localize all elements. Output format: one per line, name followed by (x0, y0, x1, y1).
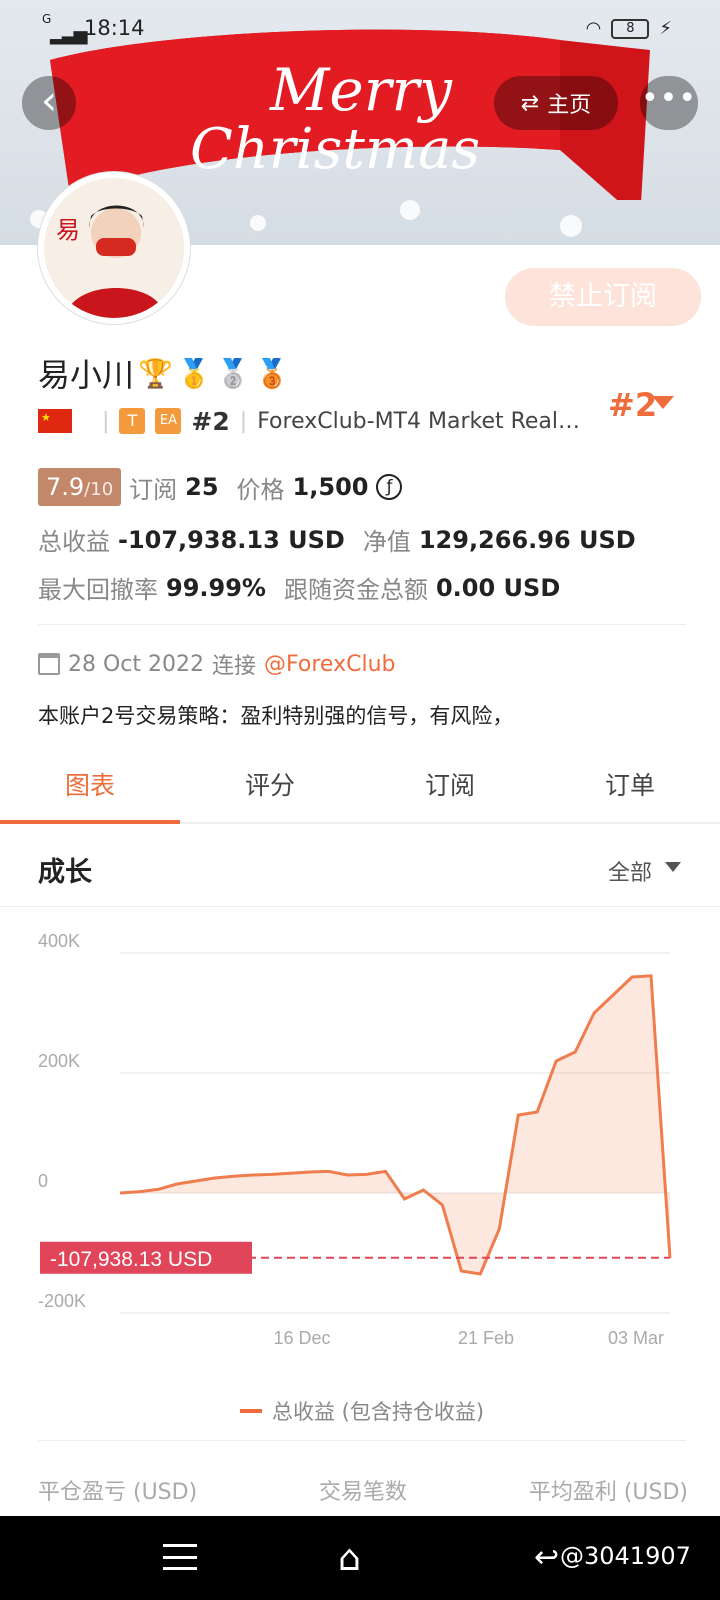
avatar[interactable]: 易 (38, 172, 190, 324)
switch-icon: ⇄ (520, 90, 540, 116)
score-total: /10 (84, 479, 114, 500)
x-tick-label: 16 Dec (273, 1328, 330, 1345)
divider (38, 624, 686, 625)
subscribe-count: 25 (185, 473, 219, 501)
equity-label: 净值 (362, 528, 411, 556)
avatar-image: 易 (44, 178, 184, 318)
chevron-down-icon[interactable] (652, 396, 674, 409)
china-flag-icon (38, 409, 72, 433)
divider: | (239, 408, 248, 434)
series-area (120, 975, 670, 1274)
connect-date: 28 Oct 2022 (68, 651, 205, 677)
status-bar: G ▂▃▅ 18:14 ◠ 8 ⚡ (0, 0, 720, 56)
x-tick-label: 21 Feb (458, 1328, 514, 1345)
tab-bar: 图表 评分 订阅 订单 (0, 758, 720, 824)
legend-swatch (240, 1409, 262, 1413)
home-label: 主页 (547, 93, 592, 118)
total-profit-value: -107,938.13 USD (118, 525, 345, 554)
subscribe-label: 订阅 (129, 475, 178, 504)
tab-subscribe[interactable]: 订阅 (360, 758, 540, 822)
legend-label: 总收益 (包含持仓收益) (272, 1400, 485, 1424)
score-value: 7.9 (46, 473, 85, 501)
menu-icon[interactable] (163, 1544, 197, 1570)
silver-medal-icon: 🥈 (215, 356, 251, 390)
snowflake (250, 215, 266, 231)
tab-chart[interactable]: 图表 (0, 758, 180, 824)
unsubscribe-button[interactable]: 禁止订阅 (505, 268, 701, 326)
current-value-label: -107,938.13 USD (50, 1248, 212, 1271)
rank-small: #2 (191, 406, 230, 436)
drawdown-label: 最大回撤率 (38, 576, 158, 604)
y-tick-label: -200K (38, 1291, 86, 1311)
coin-icon: ƒ (376, 474, 403, 500)
tab-orders[interactable]: 订单 (540, 758, 720, 822)
chart-legend[interactable]: 总收益 (包含持仓收益) (240, 1396, 484, 1426)
signal-icon: ▂▃▅ (50, 24, 88, 45)
back-icon[interactable]: ↩ (534, 1540, 559, 1575)
charging-icon: ⚡ (659, 18, 672, 39)
server-name: ForexClub-MT4 Market Real… (257, 408, 581, 434)
status-time: 18:14 (84, 16, 145, 40)
score-badge: 7.9/10 (38, 468, 122, 506)
svg-text:易: 易 (56, 216, 80, 244)
price-value: 1,500 (292, 473, 369, 501)
trader-name: 易小川 (38, 356, 135, 394)
wifi-icon: ◠ (585, 18, 602, 39)
home-icon[interactable]: ⌂ (338, 1538, 361, 1579)
snowflake (560, 215, 582, 237)
tag-t-badge: T (119, 408, 146, 434)
rank-dropdown[interactable]: #2 (608, 386, 657, 424)
back-button[interactable]: ‹ (22, 76, 76, 130)
gold-medal-icon: 🥇 (176, 356, 212, 390)
chevron-down-icon[interactable] (665, 862, 681, 872)
banner-text-line1: Merry (269, 56, 453, 124)
x-tick-label: 03 Mar (608, 1328, 664, 1345)
divider (0, 906, 720, 907)
home-button[interactable]: ⇄ 主页 (494, 76, 618, 130)
equity-value: 129,266.96 USD (418, 525, 636, 554)
system-nav-bar: ⌂ ↩ @3041907 (0, 1516, 720, 1600)
avg-profit-label: 平均盈利 (USD) (528, 1480, 688, 1505)
y-tick-label: 200K (38, 1051, 80, 1071)
total-profit-label: 总收益 (38, 528, 110, 556)
closed-pl-label: 平仓盈亏 (USD) (38, 1480, 198, 1505)
drawdown-value: 99.99% (166, 573, 266, 602)
y-tick-label: 0 (38, 1171, 48, 1191)
follow-label: 跟随资金总额 (283, 576, 428, 604)
tag-ea-badge: EA (155, 408, 182, 434)
growth-title: 成长 (38, 857, 92, 888)
broker-link[interactable]: @ForexClub (264, 652, 395, 677)
trophy-icon: 🏆 (138, 356, 173, 390)
snowflake (400, 200, 420, 220)
watermark: @3041907 (560, 1542, 691, 1570)
bronze-medal-icon: 🥉 (254, 356, 290, 390)
calendar-icon (38, 653, 60, 675)
trade-count-label: 交易笔数 (318, 1480, 407, 1505)
divider: | (102, 408, 110, 434)
divider (38, 1440, 686, 1441)
follow-value: 0.00 USD (435, 573, 561, 602)
connect-label: 连接 (212, 654, 257, 679)
banner-text-line2: Christmas (190, 117, 480, 182)
tab-rating[interactable]: 评分 (180, 758, 360, 822)
more-button[interactable]: ••• (640, 76, 698, 130)
growth-chart[interactable]: 400K 200K 0 -200K 16 Dec 21 Feb 03 Mar -107,9… (0, 925, 720, 1345)
range-filter[interactable]: 全部 (608, 855, 652, 887)
y-tick-label: 400K (38, 931, 80, 951)
price-label: 价格 (236, 475, 285, 504)
strategy-description: 本账户2号交易策略：盈利特别强的信号，有风险， (38, 704, 514, 728)
battery-icon: 8 (611, 18, 650, 39)
